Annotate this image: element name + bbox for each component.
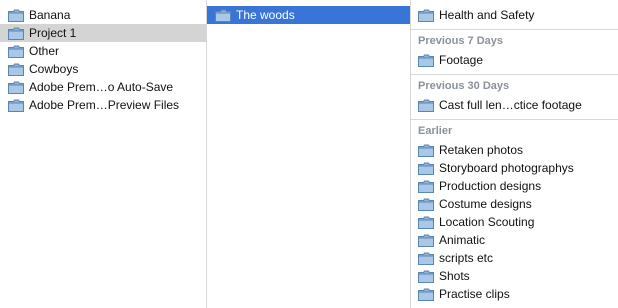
folder-icon bbox=[8, 45, 24, 58]
folder-label: scripts etc bbox=[439, 251, 494, 265]
finder-column-3: Health and Safety Previous 7 Days Footag… bbox=[411, 0, 618, 308]
folder-row-cowboys[interactable]: Cowboys bbox=[0, 60, 206, 78]
folder-row-practise-clips[interactable]: Practise clips bbox=[411, 285, 618, 303]
folder-icon bbox=[8, 81, 24, 94]
folder-row-banana[interactable]: Banana bbox=[0, 6, 206, 24]
folder-icon bbox=[215, 9, 231, 22]
folder-label: Banana bbox=[29, 8, 71, 22]
folder-label: Project 1 bbox=[29, 26, 77, 40]
folder-row-project-1[interactable]: Project 1 bbox=[0, 24, 206, 42]
folder-row-location-scouting[interactable]: Location Scouting bbox=[411, 213, 618, 231]
folder-row-storyboard-photographys[interactable]: Storyboard photographys bbox=[411, 159, 618, 177]
folder-label: Production designs bbox=[439, 179, 542, 193]
folder-row-scripts-etc[interactable]: scripts etc bbox=[411, 249, 618, 267]
folder-icon bbox=[418, 216, 434, 229]
folder-row-adobe-auto-save[interactable]: Adobe Prem…o Auto-Save bbox=[0, 78, 206, 96]
folder-label: Costume designs bbox=[439, 197, 532, 211]
folder-row-costume-designs[interactable]: Costume designs bbox=[411, 195, 618, 213]
folder-icon bbox=[418, 54, 434, 67]
folder-icon bbox=[8, 9, 24, 22]
folder-row-production-designs[interactable]: Production designs bbox=[411, 177, 618, 195]
folder-icon bbox=[418, 144, 434, 157]
folder-row-other[interactable]: Other bbox=[0, 42, 206, 60]
folder-row-footage[interactable]: Footage bbox=[411, 51, 618, 69]
folder-row-retaken-photos[interactable]: Retaken photos bbox=[411, 141, 618, 159]
section-header-earlier: Earlier bbox=[411, 119, 618, 141]
folder-label: Location Scouting bbox=[439, 215, 535, 229]
folder-icon bbox=[418, 9, 434, 22]
folder-label: Practise clips bbox=[439, 287, 510, 301]
finder-column-2: The woods bbox=[207, 0, 410, 308]
folder-icon bbox=[418, 288, 434, 301]
folder-icon bbox=[418, 252, 434, 265]
folder-label: Retaken photos bbox=[439, 143, 524, 157]
folder-row-the-woods[interactable]: The woods bbox=[207, 6, 410, 24]
folder-label: Adobe Prem…o Auto-Save bbox=[29, 80, 174, 94]
folder-label: Other bbox=[29, 44, 60, 58]
section-header-previous-7-days: Previous 7 Days bbox=[411, 29, 618, 51]
folder-row-adobe-preview-files[interactable]: Adobe Prem…Preview Files bbox=[0, 96, 206, 114]
folder-icon bbox=[418, 198, 434, 211]
folder-label: The woods bbox=[236, 8, 295, 22]
folder-icon bbox=[418, 270, 434, 283]
folder-row-cast-footage[interactable]: Cast full len…ctice footage bbox=[411, 96, 618, 114]
folder-label: Cast full len…ctice footage bbox=[439, 98, 582, 112]
folder-icon bbox=[418, 162, 434, 175]
folder-icon bbox=[8, 99, 24, 112]
folder-label: Cowboys bbox=[29, 62, 79, 76]
folder-icon bbox=[418, 180, 434, 193]
folder-label: Adobe Prem…Preview Files bbox=[29, 98, 180, 112]
folder-icon bbox=[418, 99, 434, 112]
folder-row-shots[interactable]: Shots bbox=[411, 267, 618, 285]
folder-row-health-and-safety[interactable]: Health and Safety bbox=[411, 6, 618, 24]
folder-icon bbox=[418, 234, 434, 247]
folder-label: Shots bbox=[439, 269, 470, 283]
folder-label: Health and Safety bbox=[439, 8, 535, 22]
folder-label: Storyboard photographys bbox=[439, 161, 574, 175]
folder-icon bbox=[8, 63, 24, 76]
folder-row-animatic[interactable]: Animatic bbox=[411, 231, 618, 249]
folder-label: Animatic bbox=[439, 233, 486, 247]
section-header-previous-30-days: Previous 30 Days bbox=[411, 74, 618, 96]
folder-label: Footage bbox=[439, 53, 484, 67]
finder-column-1: Banana Project 1 Other Cowboys Adobe Pre… bbox=[0, 0, 206, 308]
folder-icon bbox=[8, 27, 24, 40]
